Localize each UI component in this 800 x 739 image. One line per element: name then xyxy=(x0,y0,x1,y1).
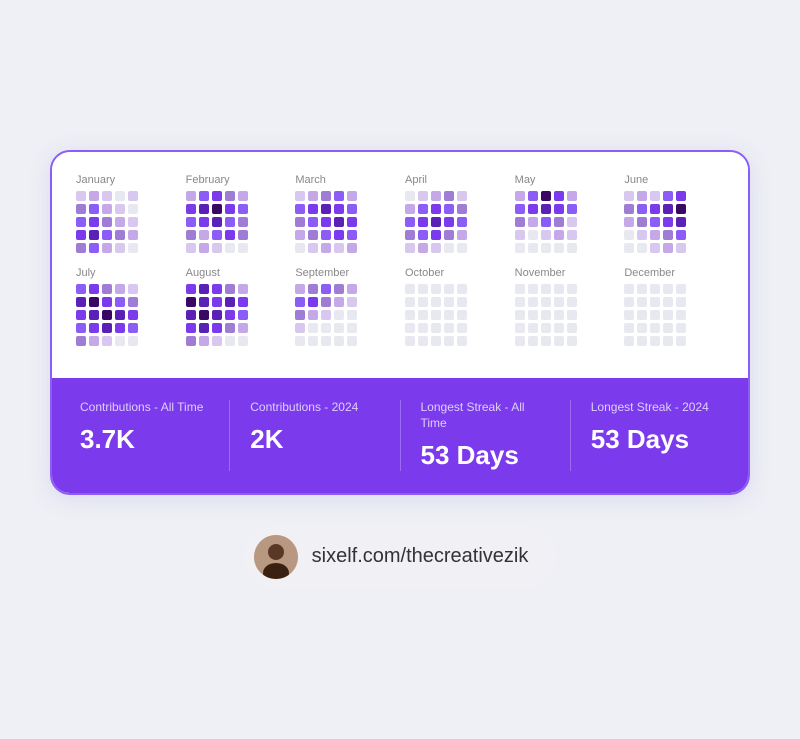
stat-label-streak-alltime: Longest Streak - All Time xyxy=(421,400,550,431)
dot-grid-oct xyxy=(405,284,467,346)
stat-contributions-alltime: Contributions - All Time 3.7K xyxy=(80,400,230,470)
month-label-nov: November xyxy=(515,267,566,279)
stat-contributions-2024: Contributions - 2024 2K xyxy=(250,400,400,470)
profile-url: sixelf.com/thecreativezik xyxy=(312,545,529,568)
dot-grid-dec xyxy=(624,284,686,346)
month-label-aug: August xyxy=(186,267,220,279)
dot-grid-mar xyxy=(295,191,357,253)
main-card: January February xyxy=(50,150,750,494)
month-october: October xyxy=(405,267,505,346)
profile-pill[interactable]: sixelf.com/thecreativezik xyxy=(244,525,557,589)
dot-grid-apr xyxy=(405,191,467,253)
dot-grid-nov xyxy=(515,284,577,346)
month-label-jun: June xyxy=(624,174,648,186)
stat-value-contributions-alltime: 3.7K xyxy=(80,424,209,455)
month-february: February xyxy=(186,174,286,253)
month-august: August xyxy=(186,267,286,346)
dot-grid-jul xyxy=(76,284,138,346)
month-march: March xyxy=(295,174,395,253)
calendar-section: January February xyxy=(52,152,748,378)
month-label-apr: April xyxy=(405,174,427,186)
month-july: July xyxy=(76,267,176,346)
month-label-sep: September xyxy=(295,267,349,279)
month-december: December xyxy=(624,267,724,346)
month-label-feb: February xyxy=(186,174,230,186)
stat-value-streak-2024: 53 Days xyxy=(591,424,720,455)
month-january: January xyxy=(76,174,176,253)
months-row1: January February xyxy=(76,174,724,253)
avatar xyxy=(254,535,298,579)
month-september: September xyxy=(295,267,395,346)
stats-section: Contributions - All Time 3.7K Contributi… xyxy=(52,378,748,492)
month-april: April xyxy=(405,174,505,253)
month-label-jul: July xyxy=(76,267,96,279)
month-label-may: May xyxy=(515,174,536,186)
dot-grid-jun xyxy=(624,191,686,253)
month-label-jan: January xyxy=(76,174,115,186)
dot-grid-sep xyxy=(295,284,357,346)
dot-grid-aug xyxy=(186,284,248,346)
month-may: May xyxy=(515,174,615,253)
month-june: June xyxy=(624,174,724,253)
month-label-oct: October xyxy=(405,267,444,279)
stat-label-streak-2024: Longest Streak - 2024 xyxy=(591,400,720,416)
month-november: November xyxy=(515,267,615,346)
stat-streak-alltime: Longest Streak - All Time 53 Days xyxy=(421,400,571,470)
stat-streak-2024: Longest Streak - 2024 53 Days xyxy=(591,400,720,470)
stat-label-contributions-2024: Contributions - 2024 xyxy=(250,400,379,416)
dot-grid-feb xyxy=(186,191,248,253)
stat-label-contributions-alltime: Contributions - All Time xyxy=(80,400,209,416)
dot-grid-jan xyxy=(76,191,138,253)
month-label-dec: December xyxy=(624,267,675,279)
stat-value-streak-alltime: 53 Days xyxy=(421,440,550,471)
months-row2: July August xyxy=(76,267,724,346)
dot-grid-may xyxy=(515,191,577,253)
stat-value-contributions-2024: 2K xyxy=(250,424,379,455)
month-label-mar: March xyxy=(295,174,326,186)
